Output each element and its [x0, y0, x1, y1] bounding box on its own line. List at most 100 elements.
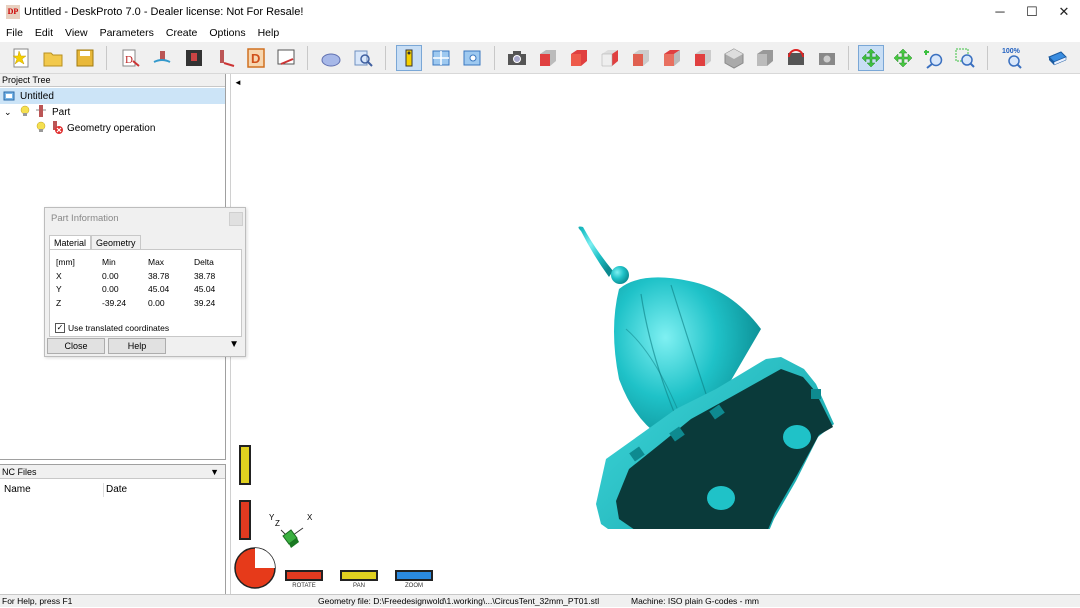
- tree-item-part[interactable]: ⌄ Part: [0, 104, 225, 120]
- menu-parameters[interactable]: Parameters: [94, 27, 160, 39]
- maximize-button[interactable]: ☐: [1016, 0, 1048, 24]
- dialog-close-icon[interactable]: [229, 212, 243, 226]
- checkbox-label: Use translated coordinates: [68, 323, 170, 333]
- menu-file[interactable]: File: [0, 27, 29, 39]
- column-header-date[interactable]: Date: [104, 483, 127, 497]
- zoom-label: ZOOM: [405, 583, 423, 589]
- view-iso-icon[interactable]: [721, 45, 747, 71]
- operation-params-icon[interactable]: [181, 45, 207, 71]
- dialog-body: [mm] Min Max Delta X 0.00 38.78 38.78 Y …: [49, 249, 242, 337]
- dropdown-arrow-icon[interactable]: ▼: [210, 465, 219, 479]
- dxf-icon[interactable]: D: [243, 45, 269, 71]
- toolpath-icon[interactable]: [213, 45, 239, 71]
- open-folder-icon[interactable]: [40, 45, 66, 71]
- lightbulb-icon[interactable]: [20, 105, 30, 120]
- pan-horizontal-slider[interactable]: [340, 570, 378, 581]
- view-left-icon[interactable]: [597, 45, 623, 71]
- close-button[interactable]: ✕: [1048, 0, 1080, 24]
- part-params-icon[interactable]: [149, 45, 175, 71]
- simulation-icon[interactable]: [318, 45, 344, 71]
- tree-label-geometry-operation: Geometry operation: [67, 122, 156, 134]
- zoom-100-icon[interactable]: 100%: [1000, 45, 1026, 71]
- table-row: X 0.00 38.78 38.78: [56, 271, 234, 285]
- view-back-icon[interactable]: [566, 45, 592, 71]
- zoom-window-icon[interactable]: [952, 45, 978, 71]
- 3d-viewport[interactable]: ◄ Y Z X ROTATE PAN ZOOM: [230, 74, 1080, 594]
- part-information-dialog: Part Information Material Geometry [mm] …: [44, 207, 246, 357]
- part-info-icon[interactable]: [396, 45, 422, 71]
- layout-icon[interactable]: [428, 45, 454, 71]
- main-toolbar: D D 100%: [0, 42, 1080, 74]
- dialog-title: Part Information: [45, 208, 245, 230]
- rotate-horizontal-slider[interactable]: [285, 570, 323, 581]
- rotate-label: ROTATE: [292, 583, 316, 589]
- status-geometry-file: Geometry file: D:\Freedesignwold\1.worki…: [318, 596, 600, 606]
- menu-edit[interactable]: Edit: [29, 27, 59, 39]
- new-project-icon[interactable]: [8, 45, 34, 71]
- table-cell: [mm]: [56, 257, 75, 267]
- save-icon[interactable]: [72, 45, 98, 71]
- expand-dialog-icon[interactable]: ▼: [229, 339, 239, 350]
- pan-mode-icon[interactable]: [890, 45, 916, 71]
- view-front-icon[interactable]: [535, 45, 561, 71]
- svg-text:X: X: [307, 513, 313, 522]
- screenshot-icon[interactable]: [814, 45, 840, 71]
- table-cell: 45.04: [148, 284, 170, 294]
- lightbulb-icon[interactable]: [36, 121, 46, 136]
- use-translated-coordinates-checkbox[interactable]: ✓ Use translated coordinates: [55, 323, 169, 333]
- table-cell: 0.00: [102, 270, 119, 281]
- app-logo-icon: DP: [6, 5, 20, 19]
- table-cell: Delta: [194, 257, 214, 267]
- model-3d-view: [578, 226, 834, 529]
- collapse-panel-icon[interactable]: ◄: [234, 78, 242, 87]
- help-book-icon[interactable]: [1044, 45, 1070, 71]
- view-solid-icon[interactable]: [752, 45, 778, 71]
- help-button[interactable]: Help: [108, 338, 166, 354]
- tree-item-geometry-operation[interactable]: Geometry operation: [0, 120, 225, 136]
- project-params-icon[interactable]: D: [117, 45, 143, 71]
- menu-create[interactable]: Create: [160, 27, 204, 39]
- geometry-operation-icon: [50, 120, 64, 137]
- column-header-name[interactable]: Name: [0, 483, 104, 497]
- inspect-icon[interactable]: [350, 45, 376, 71]
- rotate-dial[interactable]: [233, 546, 277, 590]
- status-bar: For Help, press F1 Geometry file: D:\Fre…: [0, 594, 1080, 607]
- menu-options[interactable]: Options: [203, 27, 251, 39]
- table-cell: 38.78: [194, 270, 216, 281]
- rotate-vertical-slider[interactable]: [239, 500, 251, 540]
- menu-bar: File Edit View Parameters Create Options…: [0, 24, 1080, 42]
- table-cell: 39.24: [194, 297, 216, 308]
- checkbox-box[interactable]: ✓: [55, 323, 65, 333]
- tab-material[interactable]: Material: [49, 235, 92, 249]
- table-cell: Min: [102, 257, 116, 267]
- svg-text:D: D: [251, 51, 260, 66]
- camera-icon[interactable]: [504, 45, 530, 71]
- nc-output-icon[interactable]: [273, 45, 299, 71]
- zoom-horizontal-slider[interactable]: [395, 570, 433, 581]
- menu-help[interactable]: Help: [252, 27, 286, 39]
- view-window-icon[interactable]: [459, 45, 485, 71]
- view-right-icon[interactable]: [628, 45, 654, 71]
- table-cell: 45.04: [194, 284, 216, 294]
- close-dialog-button[interactable]: Close: [47, 338, 105, 354]
- svg-text:D: D: [125, 54, 133, 66]
- pan-vertical-slider[interactable]: [239, 445, 251, 485]
- table-cell: X: [56, 270, 62, 281]
- rotate-mode-icon[interactable]: [858, 45, 884, 71]
- tree-item-untitled[interactable]: Untitled: [0, 88, 225, 104]
- svg-text:Z: Z: [275, 519, 280, 528]
- zoom-mode-icon[interactable]: [921, 45, 947, 71]
- axis-indicator: Y Z X: [269, 513, 313, 548]
- tree-expand-icon[interactable]: ⌄: [4, 107, 14, 118]
- table-cell: Y: [56, 284, 62, 294]
- redraw-icon[interactable]: [783, 45, 809, 71]
- menu-view[interactable]: View: [59, 27, 94, 39]
- title-bar: DP Untitled - DeskProto 7.0 - Dealer lic…: [0, 0, 1080, 24]
- view-top-icon[interactable]: [659, 45, 685, 71]
- table-cell: -39.24: [102, 297, 127, 308]
- tab-geometry[interactable]: Geometry: [91, 235, 141, 249]
- view-bottom-icon[interactable]: [690, 45, 716, 71]
- table-cell: 38.78: [148, 270, 170, 281]
- table-cell: 0.00: [102, 284, 119, 294]
- minimize-button[interactable]: ─: [984, 0, 1016, 24]
